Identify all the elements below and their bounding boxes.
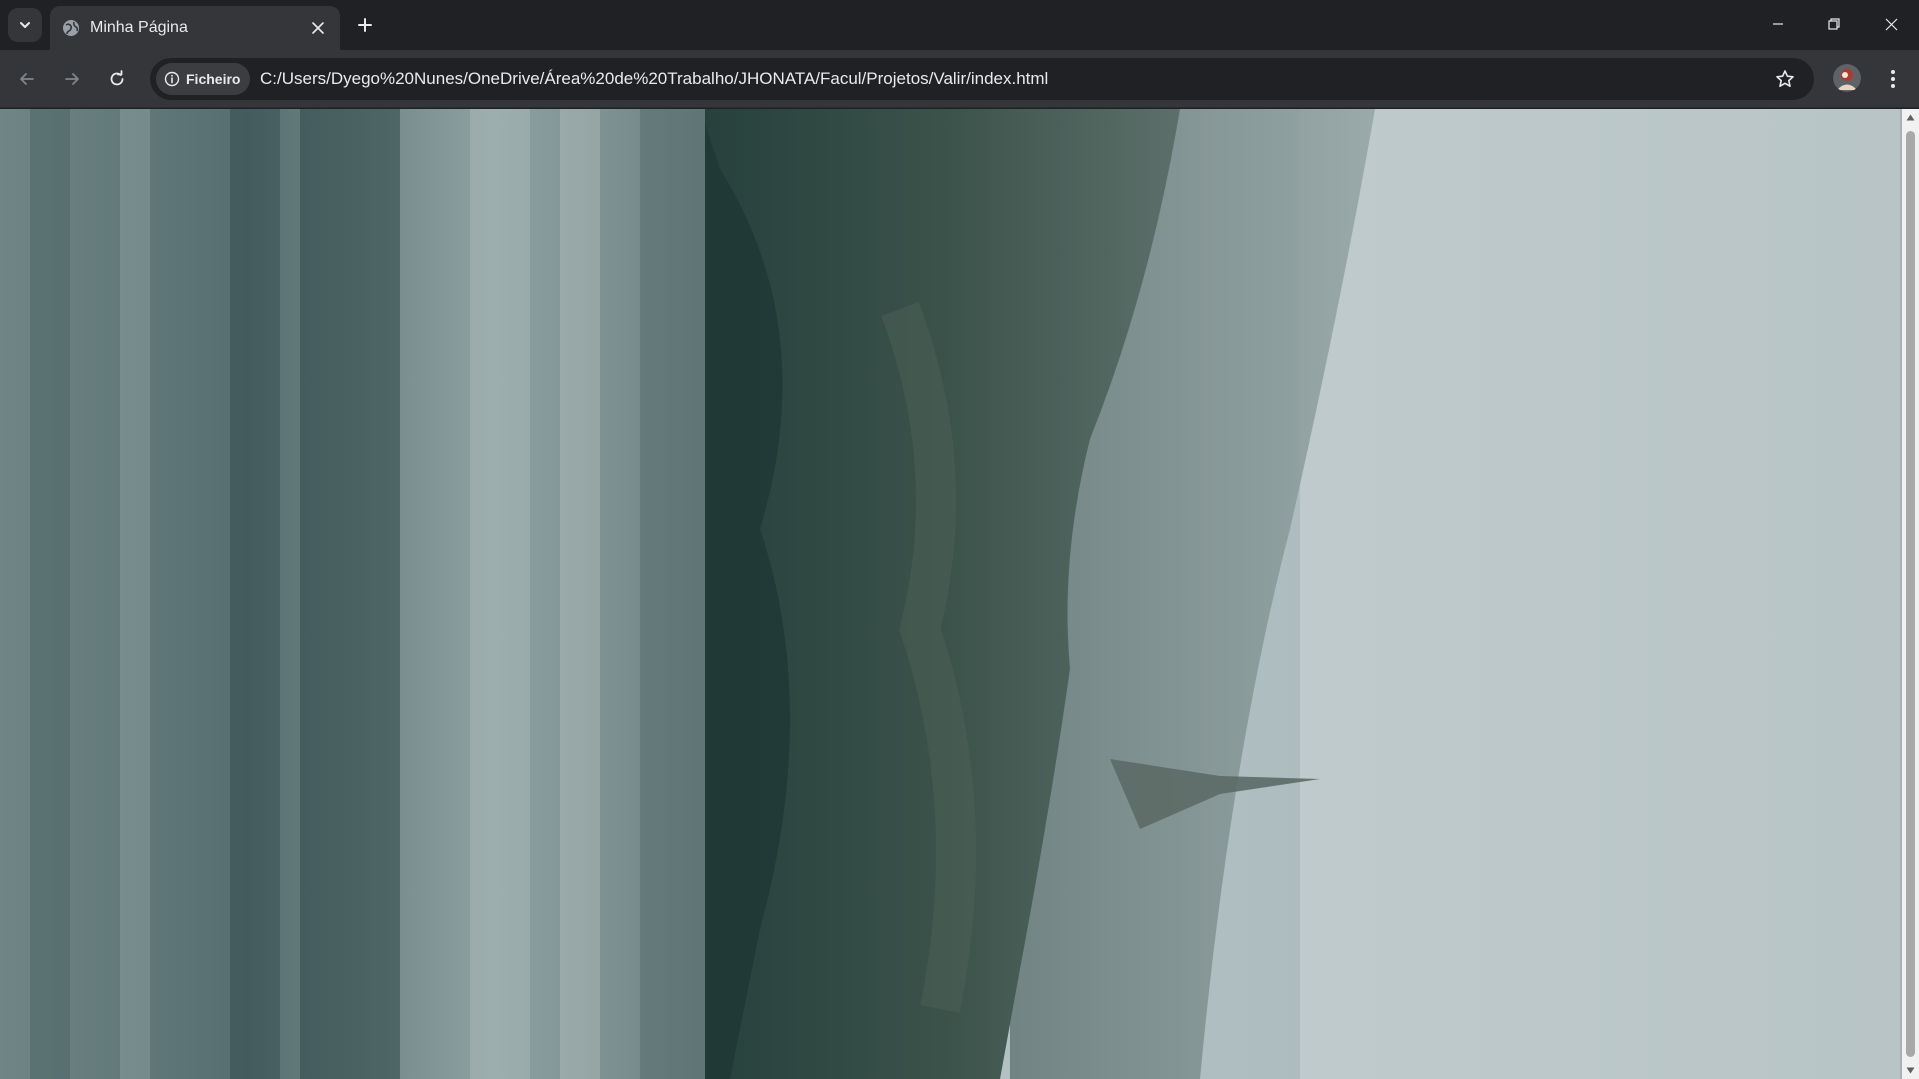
tab-search-button[interactable] [8, 8, 42, 42]
kebab-icon [1891, 70, 1895, 88]
page-viewport [0, 109, 1902, 1079]
minimize-icon [1773, 23, 1783, 25]
url-text[interactable]: C:/Users/Dyego%20Nunes/OneDrive/Área%20d… [260, 69, 1048, 89]
minimize-button[interactable] [1750, 0, 1806, 48]
vertical-scrollbar[interactable] [1902, 109, 1919, 1079]
browser-menu-button[interactable] [1878, 64, 1908, 94]
chevron-down-icon [20, 22, 30, 28]
info-icon [164, 71, 180, 87]
restore-icon [1828, 18, 1840, 30]
site-info-chip[interactable]: Ficheiro [156, 63, 251, 95]
forward-button[interactable] [55, 62, 89, 96]
tab-close-button[interactable] [308, 18, 328, 38]
window-close-button[interactable] [1863, 0, 1919, 48]
close-icon [1885, 18, 1897, 30]
avatar [1833, 64, 1861, 92]
browser-tab[interactable]: Minha Página [50, 6, 340, 50]
site-chip-label: Ficheiro [186, 71, 241, 87]
profile-avatar[interactable] [1833, 64, 1861, 92]
address-bar[interactable]: Ficheiro C:/Users/Dyego%20Nunes/OneDrive… [150, 58, 1814, 100]
reload-icon [110, 70, 124, 86]
triangle-up-icon [1906, 114, 1915, 121]
globe-icon [63, 20, 79, 36]
tab-strip: Minha Página [0, 0, 1919, 50]
back-button[interactable] [10, 62, 44, 96]
arrow-left-icon [20, 73, 34, 85]
tab-title: Minha Página [90, 19, 188, 36]
scroll-down-button[interactable] [1902, 1062, 1919, 1079]
reload-button[interactable] [100, 62, 134, 96]
background-landscape-image [0, 109, 1902, 1079]
star-icon [1776, 70, 1794, 87]
scrollbar-thumb[interactable] [1906, 131, 1915, 1057]
scroll-up-button[interactable] [1902, 109, 1919, 126]
triangle-down-icon [1906, 1067, 1915, 1074]
browser-toolbar: Ficheiro C:/Users/Dyego%20Nunes/OneDrive… [0, 50, 1919, 108]
close-icon [312, 22, 324, 34]
plus-icon [358, 18, 372, 32]
arrow-right-icon [65, 73, 79, 85]
new-tab-button[interactable] [352, 12, 378, 38]
restore-button[interactable] [1806, 0, 1862, 48]
bookmark-button[interactable] [1774, 68, 1796, 90]
